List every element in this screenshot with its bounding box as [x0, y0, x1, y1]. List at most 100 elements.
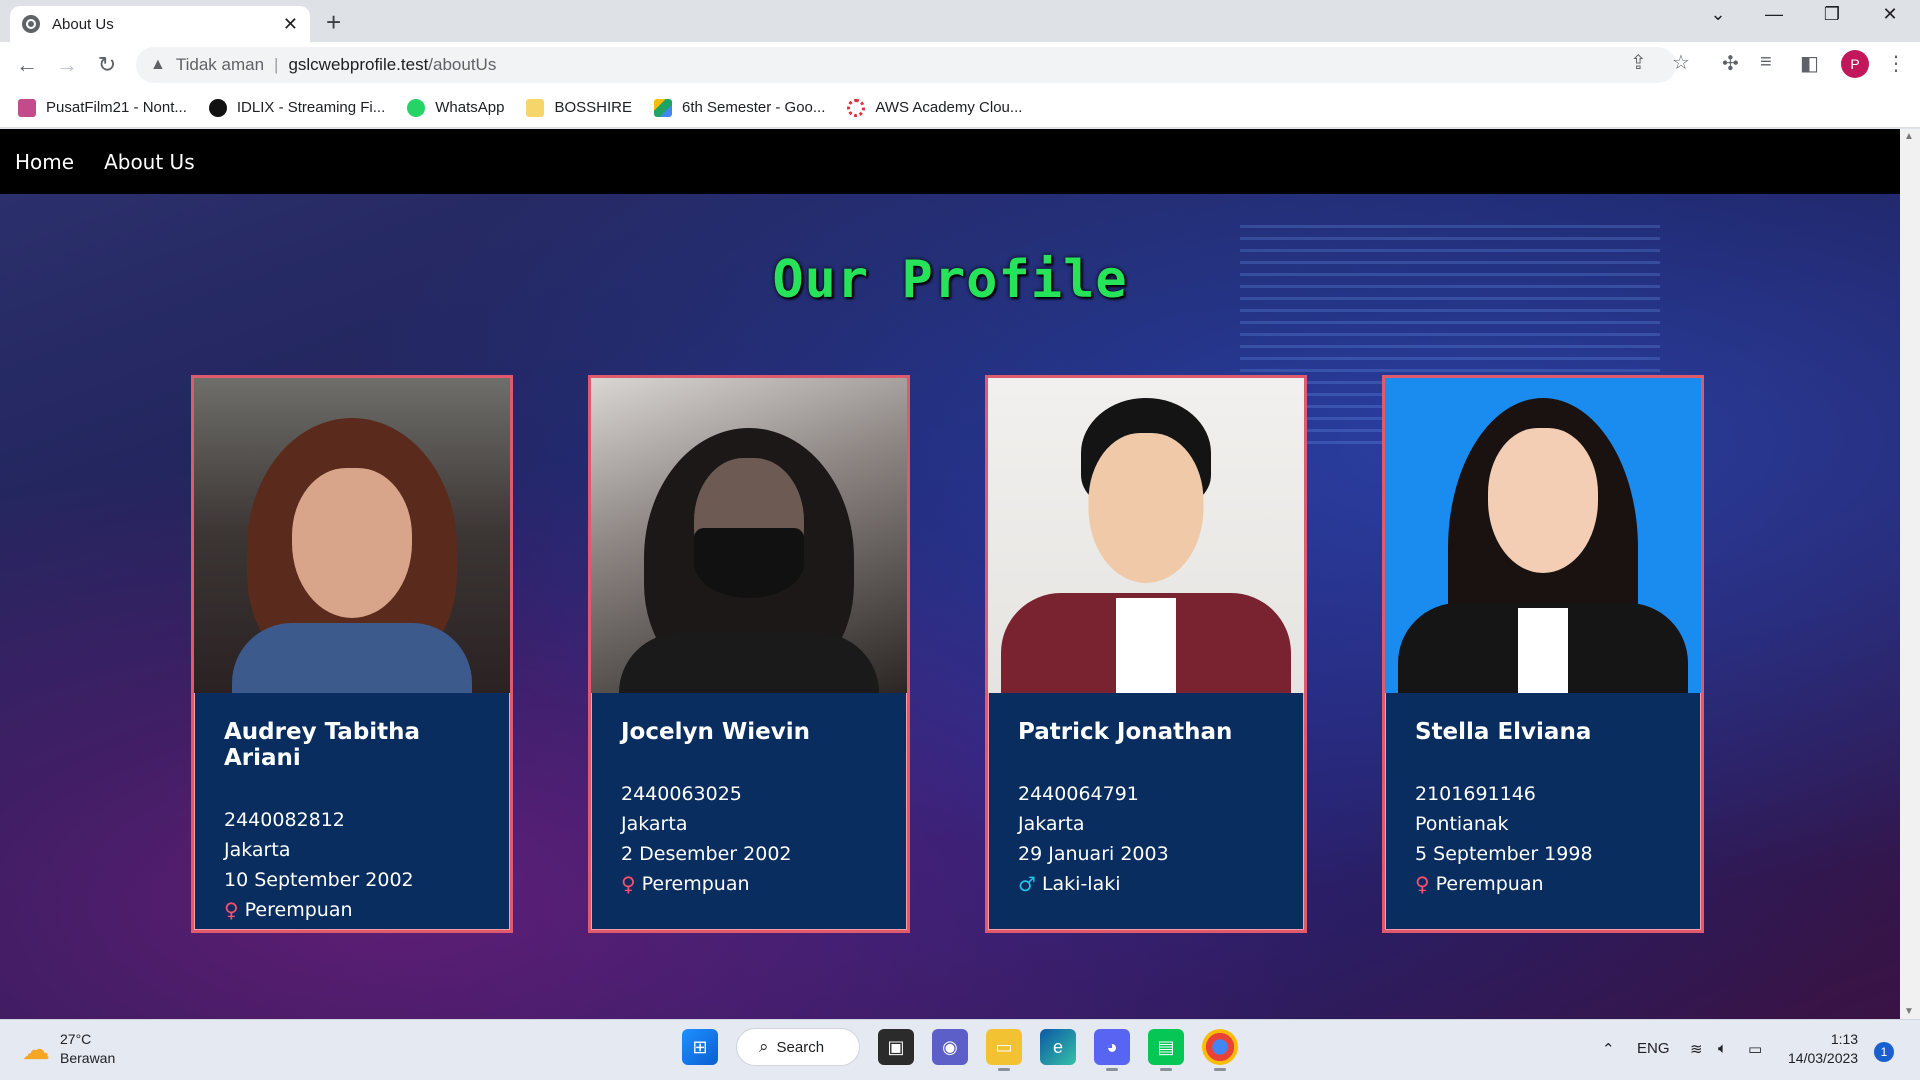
bookmarks-bar: PusatFilm21 - Nont... IDLIX - Streaming … [0, 88, 1920, 128]
notification-badge[interactable]: 1 [1874, 1042, 1894, 1062]
nav-home-link[interactable]: Home [15, 150, 74, 174]
back-button[interactable]: ← [12, 52, 42, 78]
profile-city: Pontianak [1415, 813, 1509, 835]
show-hidden-icons[interactable]: ⌃ [1602, 1040, 1615, 1058]
browser-toolbar: ← → ↻ ▲ Tidak aman | gslcwebprofile.test… [0, 42, 1920, 88]
profile-gender: ♂ Laki-laki [1018, 869, 1274, 899]
restore-button[interactable]: ❐ [1804, 4, 1860, 25]
profile-gender-label: Perempuan [641, 873, 750, 895]
profile-avatar[interactable]: P [1841, 50, 1869, 78]
profile-birth-date: 10 September 2002 [224, 869, 414, 891]
site-navbar: Home About Us [0, 129, 1900, 194]
browser-tab[interactable]: About Us ✕ [10, 6, 310, 42]
minimize-button[interactable]: — [1746, 4, 1802, 25]
profile-city: Jakarta [1018, 813, 1085, 835]
close-tab-icon[interactable]: ✕ [283, 14, 298, 35]
menu-icon[interactable]: ⋮ [1886, 51, 1906, 76]
windows-start-icon[interactable]: ⊞ [682, 1029, 718, 1065]
bookmark-6th-semester[interactable]: 6th Semester - Goo... [654, 98, 826, 117]
bookmark-pusatfilm21[interactable]: PusatFilm21 - Nont... [18, 98, 187, 117]
chrome-icon[interactable] [1202, 1029, 1238, 1071]
profile-card: Audrey Tabitha Ariani 2440082812 Jakarta… [191, 375, 513, 933]
teams-chat-icon[interactable]: ◉ [932, 1029, 968, 1065]
profile-card: Patrick Jonathan 2440064791 Jakarta 29 J… [985, 375, 1307, 933]
scroll-down-icon[interactable]: ▼ [1904, 1006, 1914, 1017]
profile-info: Jocelyn Wievin 2440063025 Jakarta 2 Dese… [591, 693, 907, 899]
weather-widget[interactable]: ☁ 27°C Berawan [22, 1030, 115, 1068]
extensions-icon[interactable]: ✣ [1722, 51, 1739, 76]
search-icon: ⌕ [759, 1037, 769, 1056]
profile-gender-label: Perempuan [1435, 873, 1544, 895]
profile-info: Audrey Tabitha Ariani 2440082812 Jakarta… [194, 693, 510, 925]
battery-icon[interactable]: ▭ [1748, 1040, 1762, 1058]
bookmark-star-icon[interactable]: ☆ [1672, 50, 1690, 75]
profile-photo [988, 378, 1304, 693]
male-icon: ♂ [1018, 872, 1036, 896]
profile-gender: ♀ Perempuan [224, 895, 480, 925]
scroll-up-icon[interactable]: ▲ [1904, 131, 1914, 142]
edge-icon[interactable]: e [1040, 1029, 1076, 1065]
profile-name: Stella Elviana [1415, 719, 1592, 745]
new-tab-button[interactable]: + [326, 7, 341, 38]
bookmark-label: 6th Semester - Goo... [682, 99, 826, 116]
profile-birth-date: 5 September 1998 [1415, 843, 1593, 865]
profile-card: Stella Elviana 2101691146 Pontianak 5 Se… [1382, 375, 1704, 933]
bookmark-label: BOSSHIRE [554, 99, 632, 116]
bookmark-whatsapp[interactable]: WhatsApp [407, 98, 505, 117]
bookmark-label: PusatFilm21 - Nont... [46, 99, 187, 116]
address-bar[interactable]: ▲ Tidak aman | gslcwebprofile.test/about… [136, 47, 1676, 83]
reload-button[interactable]: ↻ [92, 52, 122, 78]
profile-photo [194, 378, 510, 693]
profile-city: Jakarta [224, 839, 291, 861]
profile-photo [591, 378, 907, 693]
bookmark-label: IDLIX - Streaming Fi... [236, 99, 386, 116]
pusatfilm-icon [18, 98, 36, 117]
google-drive-icon [654, 98, 672, 117]
idlix-icon [208, 98, 227, 117]
warning-icon: ▲ [150, 56, 166, 73]
taskbar-apps: ⊞ ⌕ Search ▣ ◉ ▭ e ◕ ▤ [682, 1028, 1238, 1071]
share-icon[interactable]: ⇪ [1630, 50, 1647, 75]
forward-button[interactable]: → [52, 52, 82, 78]
url-text: gslcwebprofile.test/aboutUs [288, 55, 496, 75]
nav-about-us-link[interactable]: About Us [104, 150, 195, 174]
bookmark-idlix[interactable]: IDLIX - Streaming Fi... [208, 98, 386, 117]
line-icon[interactable]: ▤ [1148, 1029, 1184, 1071]
media-control-icon[interactable]: ≡ [1760, 51, 1772, 74]
side-panel-icon[interactable]: ◧ [1800, 51, 1819, 76]
bookmark-aws-academy[interactable]: AWS Academy Clou... [847, 98, 1022, 117]
url-path: /aboutUs [428, 55, 497, 74]
profile-name: Jocelyn Wievin [621, 719, 810, 745]
cloudy-sun-icon: ☁ [22, 1033, 50, 1065]
wifi-icon[interactable]: ≋ [1690, 1040, 1703, 1058]
url-host: gslcwebprofile.test [288, 55, 429, 74]
page-viewport: Home About Us Our Profile Audrey Tabitha… [0, 129, 1900, 1019]
file-explorer-icon[interactable]: ▭ [986, 1029, 1022, 1071]
profile-nim: 2440064791 [1018, 783, 1139, 805]
tab-title: About Us [52, 15, 114, 33]
bookmark-label: WhatsApp [435, 99, 505, 116]
language-indicator[interactable]: ENG [1637, 1040, 1670, 1057]
discord-icon[interactable]: ◕ [1094, 1029, 1130, 1071]
system-clock[interactable]: 1:13 14/03/2023 [1788, 1030, 1858, 1068]
os-taskbar: ☁ 27°C Berawan ⊞ ⌕ Search ▣ ◉ ▭ e ◕ ▤ ⌃ E… [0, 1019, 1920, 1080]
profile-gender-label: Perempuan [244, 899, 353, 921]
tab-search-icon[interactable]: ⌄ [1690, 4, 1746, 25]
page-title: Our Profile [772, 250, 1128, 310]
window-close-button[interactable]: ✕ [1862, 4, 1918, 25]
page-scrollbar[interactable]: ▲ ▼ [1900, 129, 1920, 1019]
clock-time: 1:13 [1830, 1031, 1859, 1047]
profile-card: Jocelyn Wievin 2440063025 Jakarta 2 Dese… [588, 375, 910, 933]
profile-photo [1385, 378, 1701, 693]
taskbar-search[interactable]: ⌕ Search [736, 1028, 860, 1066]
profile-birth-date: 29 Januari 2003 [1018, 843, 1169, 865]
profile-name: Patrick Jonathan [1018, 719, 1233, 745]
profile-gender: ♀ Perempuan [621, 869, 877, 899]
tab-strip: About Us ✕ + ⌄ — ❐ ✕ [0, 0, 1920, 42]
globe-icon [22, 15, 40, 33]
bookmark-bosshire[interactable]: BOSSHIRE [526, 98, 632, 117]
task-view-icon[interactable]: ▣ [878, 1029, 914, 1065]
weather-temperature: 27°C [60, 1031, 92, 1047]
whatsapp-icon [407, 98, 426, 117]
volume-icon[interactable]: 🔈︎ [1718, 1040, 1727, 1057]
